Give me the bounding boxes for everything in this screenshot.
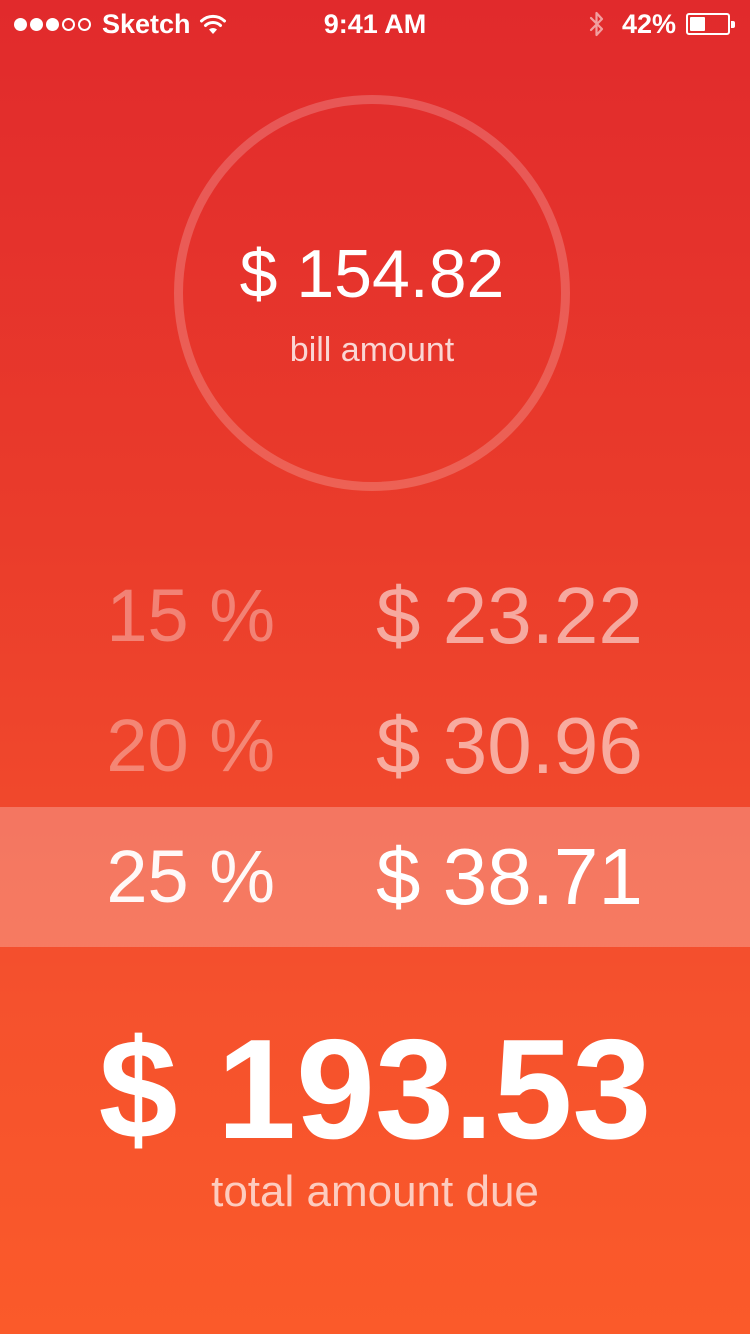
tip-option-20[interactable]: 20 % $ 30.96 — [0, 676, 750, 816]
tip-percent: 25 % — [106, 835, 275, 918]
tip-amount: $ 38.71 — [376, 832, 643, 921]
tip-percent: 15 % — [106, 574, 275, 657]
battery-percent: 42% — [621, 9, 676, 39]
battery-level — [690, 17, 705, 31]
status-right: 42% — [588, 8, 736, 40]
tip-percent: 20 % — [106, 704, 275, 787]
bluetooth-icon — [589, 11, 604, 37]
bill-amount-value[interactable]: $ 154.82 — [183, 234, 561, 314]
battery-cap — [731, 21, 735, 28]
total-amount-label: total amount due — [211, 1167, 539, 1216]
bill-amount-label: bill amount — [289, 331, 455, 369]
tip-option-25-selected[interactable]: 25 % $ 38.71 — [0, 807, 750, 947]
total-amount-value: $ 193.53 — [98, 1010, 652, 1169]
tip-amount: $ 23.22 — [376, 571, 643, 660]
tip-amount: $ 30.96 — [376, 701, 643, 790]
bill-amount-circle[interactable]: $ 154.82 bill amount — [174, 95, 570, 491]
tip-calculator-screen: Sketch 9:41 AM 42% $ 154.82 bill amount … — [0, 0, 750, 1334]
tip-option-15[interactable]: 15 % $ 23.22 — [0, 546, 750, 686]
status-bar: Sketch 9:41 AM 42% — [0, 0, 750, 48]
battery-icon — [686, 13, 735, 35]
